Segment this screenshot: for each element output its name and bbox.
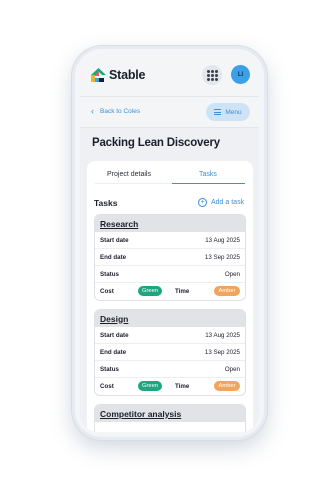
app-screen: Stable LI ‹ Back to Coles Menu Packing L… [80, 54, 259, 432]
app-header: Stable LI [80, 54, 259, 97]
back-link[interactable]: ‹ Back to Coles [91, 106, 141, 116]
status-value: Open [224, 271, 240, 278]
app-name: Stable [109, 68, 146, 82]
time-label: Time [175, 288, 190, 295]
task-card-competitor-analysis[interactable]: Competitor analysis [94, 404, 246, 432]
back-link-label: Back to Coles [100, 107, 141, 115]
status-label: Status [100, 271, 119, 278]
tab-bar: Project details Tasks [87, 161, 253, 187]
cost-status-badge: Green [138, 286, 162, 296]
plus-circle-icon: + [198, 198, 207, 207]
end-date-value: 13 Sep 2025 [204, 349, 240, 356]
cost-status-badge: Green [138, 381, 162, 391]
start-date-value: 13 Aug 2025 [205, 237, 240, 244]
project-card: Project details Tasks Tasks + Add a task… [87, 161, 253, 432]
start-date-label: Start date [100, 237, 129, 244]
task-header: Research [95, 215, 245, 232]
active-tab-indicator [172, 183, 245, 184]
end-date-label: End date [100, 254, 127, 261]
time-label: Time [175, 383, 190, 390]
time-status-badge: Amber [214, 381, 240, 391]
task-row-end: End date 13 Sep 2025 [95, 249, 245, 266]
end-date-value: 13 Sep 2025 [204, 254, 240, 261]
add-task-label: Add a task [211, 199, 245, 206]
task-name-link[interactable]: Research [100, 219, 138, 229]
task-name-link[interactable]: Competitor analysis [100, 409, 181, 419]
task-row-rag: Cost Green Time Amber [95, 378, 245, 395]
time-status-badge: Amber [214, 286, 240, 296]
cost-label: Cost [100, 288, 114, 295]
task-header: Competitor analysis [95, 405, 245, 422]
cost-label: Cost [100, 383, 114, 390]
app-logo[interactable]: Stable [91, 68, 146, 82]
menu-button-label: Menu [225, 108, 242, 116]
task-row-end: End date 13 Sep 2025 [95, 344, 245, 361]
menu-button[interactable]: Menu [206, 103, 250, 121]
task-row-rag: Cost Green Time Amber [95, 283, 245, 300]
stable-logo-icon [91, 68, 106, 82]
task-card-design[interactable]: Design Start date 13 Aug 2025 End date 1… [94, 309, 246, 396]
task-row-start: Start date 13 Aug 2025 [95, 327, 245, 344]
status-value: Open [224, 366, 240, 373]
chevron-left-icon: ‹ [91, 106, 94, 116]
hamburger-icon [214, 108, 222, 117]
task-card-research[interactable]: Research Start date 13 Aug 2025 End date… [94, 214, 246, 301]
task-row-status: Status Open [95, 361, 245, 378]
tasks-heading: Tasks [94, 198, 118, 208]
start-date-value: 13 Aug 2025 [205, 332, 240, 339]
page-title: Packing Lean Discovery [92, 137, 220, 149]
apps-grid-button[interactable] [202, 65, 222, 85]
start-date-label: Start date [100, 332, 129, 339]
status-label: Status [100, 366, 119, 373]
task-name-link[interactable]: Design [100, 314, 128, 324]
tab-project-details[interactable]: Project details [107, 171, 151, 178]
tab-tasks[interactable]: Tasks [199, 171, 217, 178]
end-date-label: End date [100, 349, 127, 356]
breadcrumb-bar: ‹ Back to Coles Menu [80, 97, 259, 128]
task-row-status: Status Open [95, 266, 245, 283]
task-header: Design [95, 310, 245, 327]
add-task-button[interactable]: + Add a task [198, 198, 244, 207]
user-avatar[interactable]: LI [231, 65, 250, 84]
task-row-start: Start date 13 Aug 2025 [95, 232, 245, 249]
